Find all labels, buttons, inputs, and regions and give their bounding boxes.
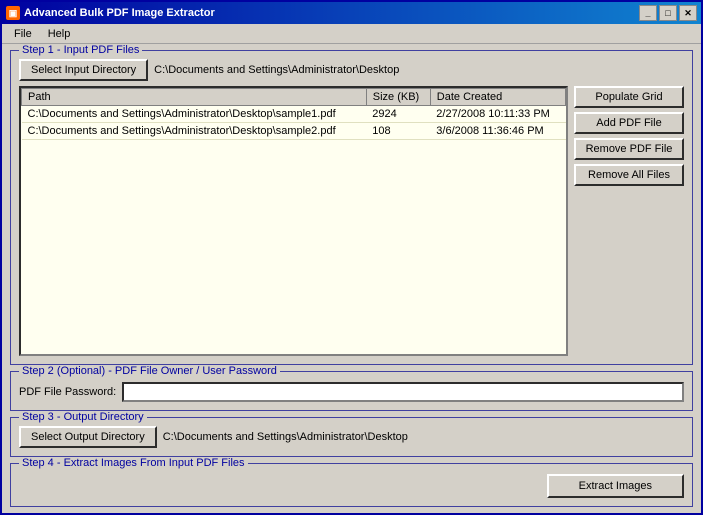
step4-section: Step 4 - Extract Images From Input PDF F…: [10, 463, 693, 507]
step3-label: Step 3 - Output Directory: [19, 411, 147, 423]
cell-date: 2/27/2008 10:11:33 PM: [430, 106, 565, 123]
populate-grid-button[interactable]: Populate Grid: [574, 86, 684, 108]
password-input[interactable]: [122, 382, 684, 402]
cell-path: C:\Documents and Settings\Administrator\…: [22, 106, 367, 123]
select-input-dir-button[interactable]: Select Input Directory: [19, 59, 148, 81]
grid-area: Path Size (KB) Date Created C:\Documents…: [19, 86, 684, 356]
output-dir-row: Select Output Directory C:\Documents and…: [19, 426, 684, 448]
step2-section: Step 2 (Optional) - PDF File Owner / Use…: [10, 371, 693, 411]
remove-pdf-button[interactable]: Remove PDF File: [574, 138, 684, 160]
col-date-header: Date Created: [430, 89, 565, 106]
app-icon: ▣: [6, 6, 20, 20]
menu-file[interactable]: File: [6, 26, 40, 42]
menu-bar: File Help: [2, 24, 701, 44]
col-path-header: Path: [22, 89, 367, 106]
table-row[interactable]: C:\Documents and Settings\Administrator\…: [22, 106, 566, 123]
menu-help[interactable]: Help: [40, 26, 79, 42]
output-path-display: C:\Documents and Settings\Administrator\…: [163, 431, 684, 443]
step3-section: Step 3 - Output Directory Select Output …: [10, 417, 693, 457]
select-output-dir-button[interactable]: Select Output Directory: [19, 426, 157, 448]
table-row[interactable]: C:\Documents and Settings\Administrator\…: [22, 123, 566, 140]
remove-all-button[interactable]: Remove All Files: [574, 164, 684, 186]
password-row: PDF File Password:: [19, 382, 684, 402]
title-bar: ▣ Advanced Bulk PDF Image Extractor _ □ …: [2, 2, 701, 24]
input-path-display: C:\Documents and Settings\Administrator\…: [154, 64, 684, 76]
main-content: Step 1 - Input PDF Files Select Input Di…: [2, 44, 701, 513]
step4-label: Step 4 - Extract Images From Input PDF F…: [19, 457, 248, 469]
step2-label: Step 2 (Optional) - PDF File Owner / Use…: [19, 365, 280, 377]
password-label: PDF File Password:: [19, 386, 116, 398]
step1-label: Step 1 - Input PDF Files: [19, 44, 142, 56]
extract-row: Extract Images: [19, 474, 684, 498]
input-dir-row: Select Input Directory C:\Documents and …: [19, 59, 684, 81]
cell-size: 2924: [366, 106, 430, 123]
cell-path: C:\Documents and Settings\Administrator\…: [22, 123, 367, 140]
window-controls: _ □ ✕: [639, 5, 697, 21]
file-table-wrapper[interactable]: Path Size (KB) Date Created C:\Documents…: [19, 86, 568, 356]
file-table: Path Size (KB) Date Created C:\Documents…: [21, 88, 566, 140]
main-window: ▣ Advanced Bulk PDF Image Extractor _ □ …: [0, 0, 703, 515]
minimize-button[interactable]: _: [639, 5, 657, 21]
cell-size: 108: [366, 123, 430, 140]
col-size-header: Size (KB): [366, 89, 430, 106]
maximize-button[interactable]: □: [659, 5, 677, 21]
add-pdf-button[interactable]: Add PDF File: [574, 112, 684, 134]
extract-images-button[interactable]: Extract Images: [547, 474, 684, 498]
window-title: Advanced Bulk PDF Image Extractor: [24, 7, 639, 19]
cell-date: 3/6/2008 11:36:46 PM: [430, 123, 565, 140]
close-button[interactable]: ✕: [679, 5, 697, 21]
step1-section: Step 1 - Input PDF Files Select Input Di…: [10, 50, 693, 365]
grid-buttons: Populate Grid Add PDF File Remove PDF Fi…: [574, 86, 684, 356]
